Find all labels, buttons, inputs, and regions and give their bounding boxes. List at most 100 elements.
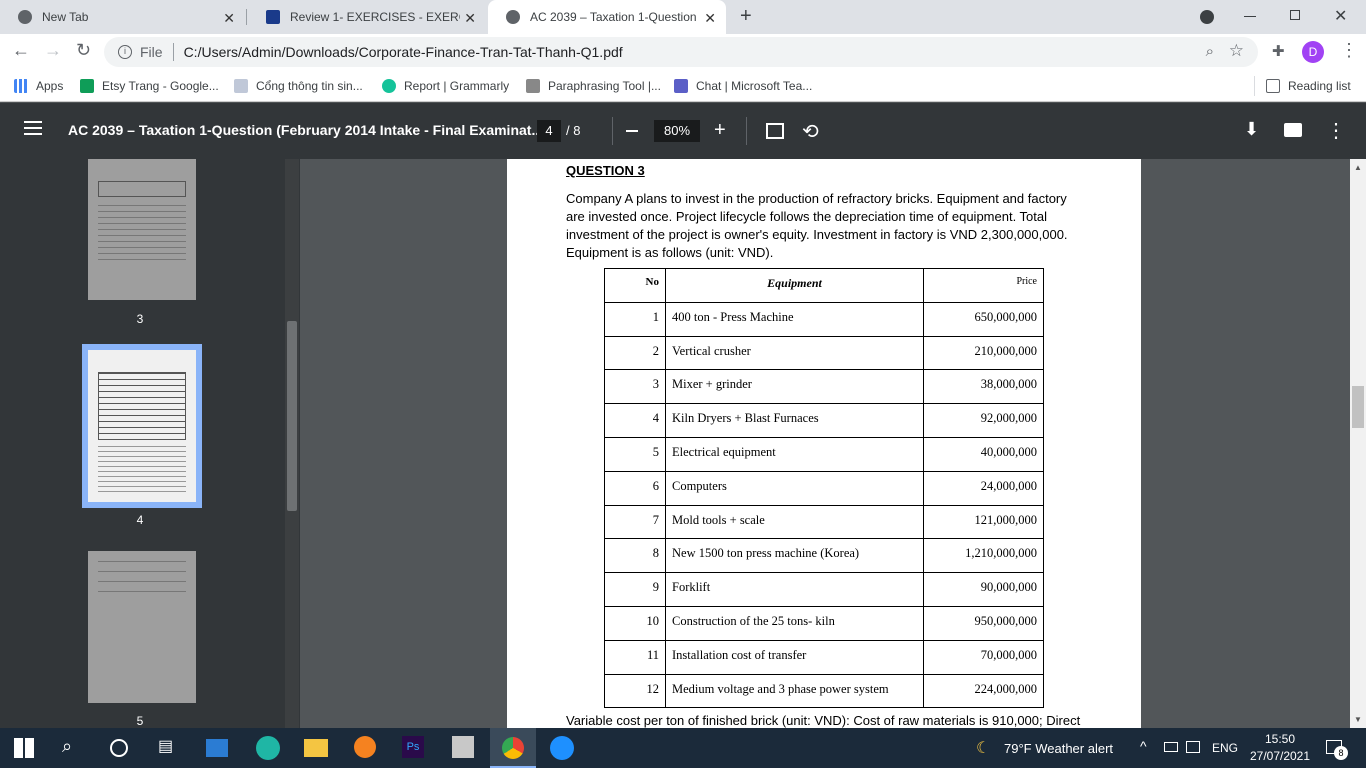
close-icon[interactable]: ✕ xyxy=(223,10,235,27)
profile-avatar[interactable]: D xyxy=(1302,41,1324,63)
pdf-page: QUESTION 3 Company A plans to invest in … xyxy=(507,159,1141,728)
file-explorer-icon[interactable] xyxy=(304,739,328,757)
zoom-icon[interactable]: ⌕ xyxy=(1206,43,1214,60)
bookmark-grammarly[interactable]: Report | Grammarly xyxy=(382,76,509,96)
bookmark-label: Chat | Microsoft Tea... xyxy=(696,79,813,93)
mail-icon[interactable] xyxy=(206,739,228,757)
print-icon[interactable] xyxy=(1284,123,1302,137)
thumbnail-page-4[interactable] xyxy=(88,350,196,502)
scroll-up-icon[interactable]: ▲ xyxy=(1354,163,1362,172)
address-bar[interactable]: i File C:/Users/Admin/Downloads/Corporat… xyxy=(104,37,1258,67)
more-actions-icon[interactable]: ⋮ xyxy=(1326,118,1346,143)
notification-count-badge: 8 xyxy=(1334,746,1348,760)
viewer-scroll-thumb[interactable] xyxy=(1352,386,1364,428)
bookmark-label: Etsy Trang - Google... xyxy=(102,79,219,93)
cortana-icon[interactable] xyxy=(110,739,128,757)
weather-text[interactable]: 79°F Weather alert xyxy=(1004,741,1113,756)
back-icon[interactable]: ← xyxy=(12,40,30,61)
chrome-taskbar-active[interactable] xyxy=(490,728,536,768)
thumbnail-page-3[interactable] xyxy=(88,159,196,300)
page-number-input[interactable]: 4 xyxy=(537,120,561,142)
cell-equipment: Vertical crusher xyxy=(665,335,924,371)
paragraph-line: Company A plans to invest in the product… xyxy=(566,191,1067,206)
cell-equipment: Forklift xyxy=(665,572,924,607)
scheme-label: File xyxy=(140,44,163,60)
menu-icon[interactable]: ⋮ xyxy=(1340,40,1358,61)
new-tab-button[interactable]: + xyxy=(740,5,752,28)
bookmark-label: Apps xyxy=(36,79,64,93)
sidebar-menu-icon[interactable] xyxy=(24,121,42,123)
zoom-out-icon[interactable] xyxy=(626,130,638,132)
cell-price: 38,000,000 xyxy=(923,369,1044,405)
tab-pdf-active[interactable]: AC 2039 – Taxation 1-Question (F ✕ xyxy=(488,0,726,34)
close-window-icon[interactable]: ✕ xyxy=(1334,6,1347,26)
close-icon[interactable]: ✕ xyxy=(704,10,716,27)
chrome-icon xyxy=(502,737,524,759)
cell-no: 5 xyxy=(604,436,666,472)
thumbnail-table xyxy=(98,372,186,440)
download-icon[interactable]: ⬇ xyxy=(1244,119,1259,140)
tab-search-icon[interactable] xyxy=(1200,10,1214,24)
cell-no: 6 xyxy=(604,470,666,506)
bookmark-star-icon[interactable]: ☆ xyxy=(1229,41,1244,61)
viewer-scrollbar[interactable]: ▲ ▼ xyxy=(1350,159,1366,728)
intro-paragraph: Company A plans to invest in the product… xyxy=(566,190,1082,262)
weather-moon-icon: ☾ xyxy=(976,740,991,757)
browser-toolbar: ← → ↻ i File C:/Users/Admin/Downloads/Co… xyxy=(0,34,1366,70)
chevron-up-icon[interactable]: ^ xyxy=(1140,738,1147,754)
zoom-input[interactable]: 80% xyxy=(654,120,700,142)
bookmark-label: Report | Grammarly xyxy=(404,79,510,93)
windows-taskbar: ⌕ ▤ Ps ☾ 79°F Weather alert ^ ENG 15:50 … xyxy=(0,728,1366,768)
divider xyxy=(1254,76,1255,96)
table-row: 5 Electrical equipment 40,000,000 xyxy=(604,436,1044,472)
divider xyxy=(172,43,174,61)
fit-page-icon[interactable] xyxy=(766,123,784,139)
tab-new-tab[interactable]: New Tab ✕ xyxy=(0,0,245,34)
bookmark-cong-thong-tin[interactable]: Cổng thông tin sin... xyxy=(234,76,363,96)
search-icon[interactable]: ⌕ xyxy=(62,736,86,760)
thumbnail-lines xyxy=(98,446,186,496)
info-icon[interactable]: i xyxy=(118,45,132,59)
rotate-icon[interactable]: ⟲ xyxy=(802,119,819,144)
reload-icon[interactable]: ↻ xyxy=(76,40,91,61)
thumbnail-label: 3 xyxy=(136,312,144,326)
sidebar-scrollbar[interactable] xyxy=(285,159,299,728)
pdf-toolbar: AC 2039 – Taxation 1-Question (February … xyxy=(0,103,1366,159)
bookmark-paraphrasing[interactable]: Paraphrasing Tool |... xyxy=(526,76,661,96)
windows-start-icon[interactable] xyxy=(14,738,34,758)
edge-icon[interactable] xyxy=(256,736,280,760)
cell-price: 24,000,000 xyxy=(923,470,1044,506)
tab-separator xyxy=(246,9,247,25)
thumbnail-page-5[interactable] xyxy=(88,551,196,703)
network-icon[interactable] xyxy=(1186,741,1200,753)
tab-review-exercises[interactable]: Review 1- EXERCISES - EXERCISES ✕ xyxy=(248,0,486,34)
cell-no: 7 xyxy=(604,504,666,540)
photoshop-icon[interactable]: Ps xyxy=(402,736,424,758)
unikey-icon[interactable] xyxy=(354,736,376,758)
cell-price: 224,000,000 xyxy=(923,673,1044,709)
bookmark-teams[interactable]: Chat | Microsoft Tea... xyxy=(674,76,812,96)
sidebar-scroll-thumb[interactable] xyxy=(287,321,297,511)
chrome-icon xyxy=(18,10,32,24)
cell-equipment: New 1500 ton press machine (Korea) xyxy=(665,538,924,574)
clock[interactable]: 15:50 27/07/2021 xyxy=(1248,732,1312,763)
forward-icon[interactable]: → xyxy=(44,40,62,61)
task-view-icon[interactable]: ▤ xyxy=(158,736,182,760)
battery-icon[interactable] xyxy=(1164,742,1178,752)
bookmark-apps[interactable]: Apps xyxy=(14,76,63,96)
language-indicator[interactable]: ENG xyxy=(1212,741,1238,755)
sheets-icon xyxy=(80,79,94,93)
scroll-down-icon[interactable]: ▼ xyxy=(1354,715,1362,724)
cell-equipment: Mold tools + scale xyxy=(665,504,924,540)
bookmark-etsy[interactable]: Etsy Trang - Google... xyxy=(80,76,219,96)
thumbnail-sidebar: 3 4 5 xyxy=(0,159,300,728)
reading-list-button[interactable]: Reading list xyxy=(1266,76,1351,96)
app-icon[interactable] xyxy=(550,736,574,760)
zoom-in-icon[interactable]: + xyxy=(714,119,726,142)
minimize-icon[interactable] xyxy=(1244,16,1256,17)
calendar-app-icon[interactable] xyxy=(452,736,474,758)
extensions-icon[interactable]: ✚ xyxy=(1272,42,1285,60)
restore-icon[interactable] xyxy=(1290,10,1300,20)
cell-equipment: 400 ton - Press Machine xyxy=(665,301,924,337)
close-icon[interactable]: ✕ xyxy=(464,10,476,27)
